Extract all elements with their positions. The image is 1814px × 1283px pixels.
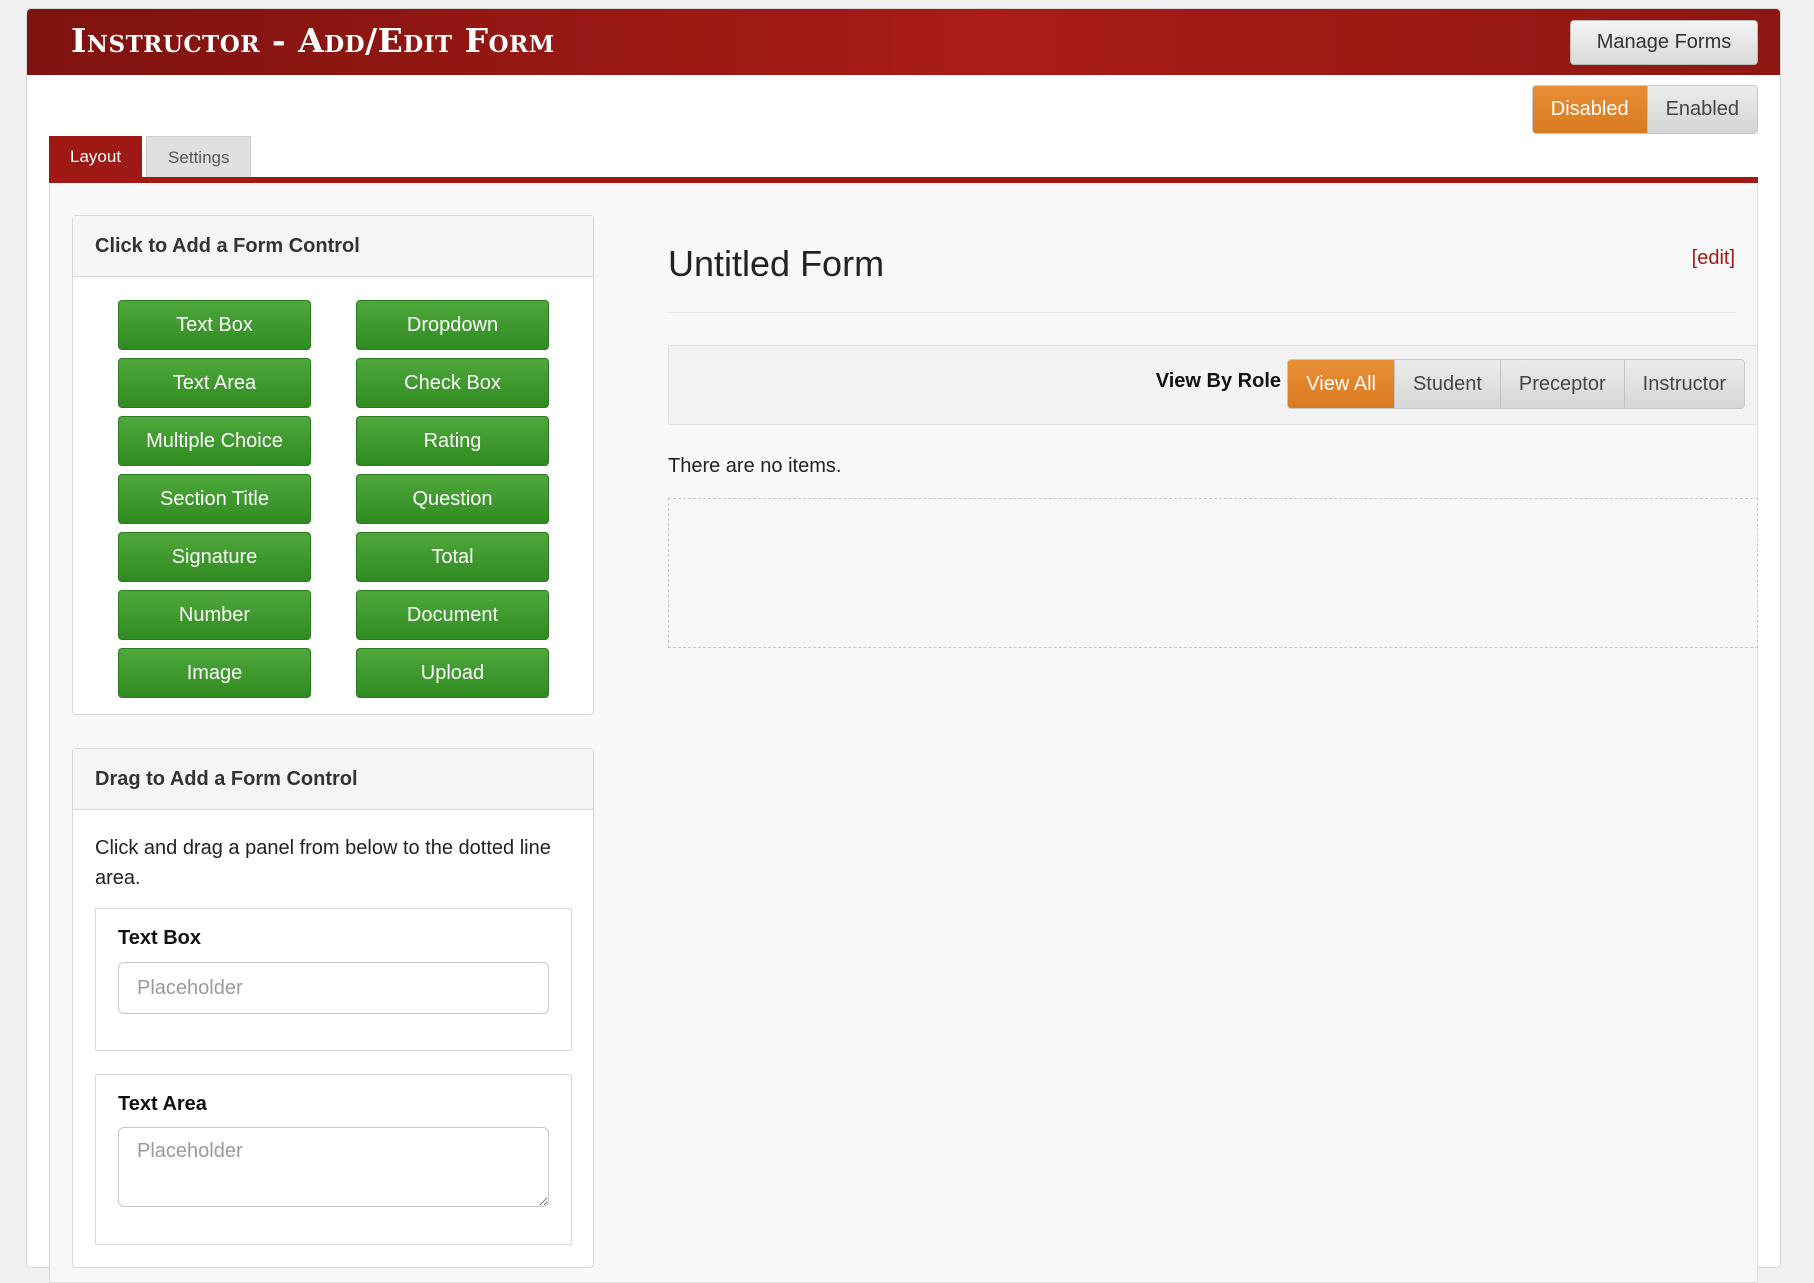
disabled-option[interactable]: Disabled (1532, 86, 1647, 133)
empty-items-message: There are no items. (668, 455, 842, 477)
add-check-box-button[interactable]: Check Box (356, 358, 549, 408)
manage-forms-button[interactable]: Manage Forms (1570, 20, 1758, 65)
status-toggle: Disabled Enabled (1531, 85, 1758, 134)
view-by-role-bar: View By Role View All Student Preceptor … (668, 345, 1758, 425)
form-title: Untitled Form (668, 243, 885, 284)
role-view-all-button[interactable]: View All (1288, 360, 1394, 408)
add-signature-button[interactable]: Signature (118, 532, 311, 582)
drag-add-heading: Drag to Add a Form Control (73, 749, 593, 810)
tab-settings[interactable]: Settings (146, 136, 252, 177)
page-title: Instructor - Add/Edit Form (71, 21, 555, 60)
add-rating-button[interactable]: Rating (356, 416, 549, 466)
add-question-button[interactable]: Question (356, 474, 549, 524)
page-header: Instructor - Add/Edit Form Manage Forms (27, 9, 1780, 75)
add-text-box-button[interactable]: Text Box (118, 300, 311, 350)
role-student-button[interactable]: Student (1393, 360, 1500, 408)
role-filter-group: View All Student Preceptor Instructor (1287, 359, 1745, 409)
tab-layout[interactable]: Layout (49, 136, 143, 177)
drag-card-label: Text Area (118, 1093, 207, 1115)
form-drop-zone[interactable] (668, 498, 1758, 648)
drag-card-label: Text Box (118, 927, 201, 949)
drag-instructions: Click and drag a panel from below to the… (95, 837, 551, 889)
drag-add-panel: Drag to Add a Form Control Click and dra… (72, 748, 594, 1268)
text-area-preview-input[interactable] (118, 1127, 549, 1207)
add-text-area-button[interactable]: Text Area (118, 358, 311, 408)
role-preceptor-button[interactable]: Preceptor (1499, 360, 1624, 408)
role-instructor-button[interactable]: Instructor (1623, 360, 1744, 408)
add-total-button[interactable]: Total (356, 532, 549, 582)
app-window: Instructor - Add/Edit Form Manage Forms … (26, 8, 1781, 1283)
click-add-panel: Click to Add a Form Control Text Box Dro… (72, 215, 594, 715)
click-add-heading: Click to Add a Form Control (73, 216, 593, 277)
edit-title-link[interactable]: [edit] (1692, 247, 1735, 270)
control-button-grid: Text Box Dropdown Text Area Check Box Mu… (118, 300, 549, 698)
add-image-button[interactable]: Image (118, 648, 311, 698)
add-document-button[interactable]: Document (356, 590, 549, 640)
title-divider (668, 312, 1736, 313)
add-section-title-button[interactable]: Section Title (118, 474, 311, 524)
add-number-button[interactable]: Number (118, 590, 311, 640)
add-dropdown-button[interactable]: Dropdown (356, 300, 549, 350)
text-box-preview-input[interactable] (118, 962, 549, 1014)
drag-card-text-area[interactable]: Text Area (95, 1074, 572, 1245)
drag-card-text-box[interactable]: Text Box (95, 908, 572, 1051)
tab-bar: Layout Settings (49, 136, 252, 180)
view-by-role-label: View By Role (1155, 370, 1281, 392)
add-multiple-choice-button[interactable]: Multiple Choice (118, 416, 311, 466)
layout-tab-content: Click to Add a Form Control Text Box Dro… (49, 183, 1758, 1283)
add-upload-button[interactable]: Upload (356, 648, 549, 698)
enabled-option[interactable]: Enabled (1646, 86, 1757, 133)
